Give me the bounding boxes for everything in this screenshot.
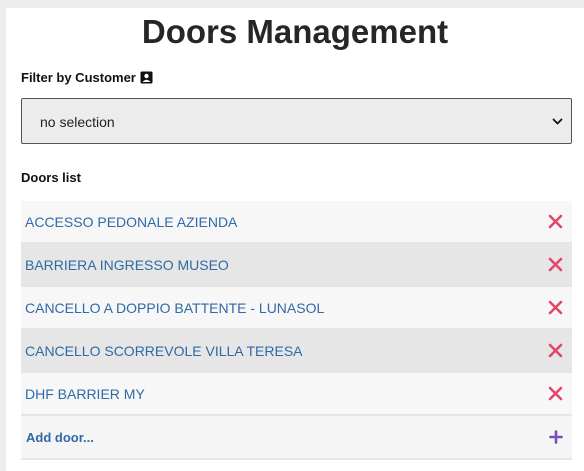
customer-select-value: no selection	[40, 114, 115, 130]
delete-icon[interactable]	[548, 214, 563, 229]
chevron-down-icon	[552, 118, 563, 125]
delete-icon[interactable]	[548, 257, 563, 272]
plus-icon[interactable]	[549, 430, 563, 444]
filter-label-text: Filter by Customer	[21, 70, 136, 85]
door-link[interactable]: CANCELLO SCORREVOLE VILLA TERESA	[25, 343, 303, 359]
delete-icon[interactable]	[548, 386, 563, 401]
page-title: Doors Management	[141, 13, 449, 50]
door-link[interactable]: BARRIERA INGRESSO MUSEO	[25, 257, 229, 273]
door-row: CANCELLO A DOPPIO BATTENTE - LUNASOL	[21, 287, 572, 330]
person-card-icon	[140, 71, 153, 84]
customer-select[interactable]: no selection	[21, 98, 572, 144]
door-row: ACCESSO PEDONALE AZIENDA	[21, 201, 572, 244]
door-link[interactable]: ACCESSO PEDONALE AZIENDA	[25, 214, 237, 230]
door-row: BARRIERA INGRESSO MUSEO	[21, 244, 572, 287]
add-door-row: Add door...	[21, 416, 572, 460]
doors-list-label: Doors list	[21, 170, 81, 185]
doors-management-panel: Doors Management Filter by Customer no s…	[6, 8, 584, 471]
filter-label: Filter by Customer	[21, 70, 153, 85]
door-link[interactable]: CANCELLO A DOPPIO BATTENTE - LUNASOL	[25, 300, 324, 316]
add-door-link[interactable]: Add door...	[26, 430, 94, 445]
delete-icon[interactable]	[548, 300, 563, 315]
door-row: CANCELLO SCORREVOLE VILLA TERESA	[21, 330, 572, 373]
delete-icon[interactable]	[548, 343, 563, 358]
doors-list: ACCESSO PEDONALE AZIENDA BARRIERA INGRES…	[21, 201, 572, 460]
door-row: DHF BARRIER MY	[21, 373, 572, 416]
door-link[interactable]: DHF BARRIER MY	[25, 386, 145, 402]
